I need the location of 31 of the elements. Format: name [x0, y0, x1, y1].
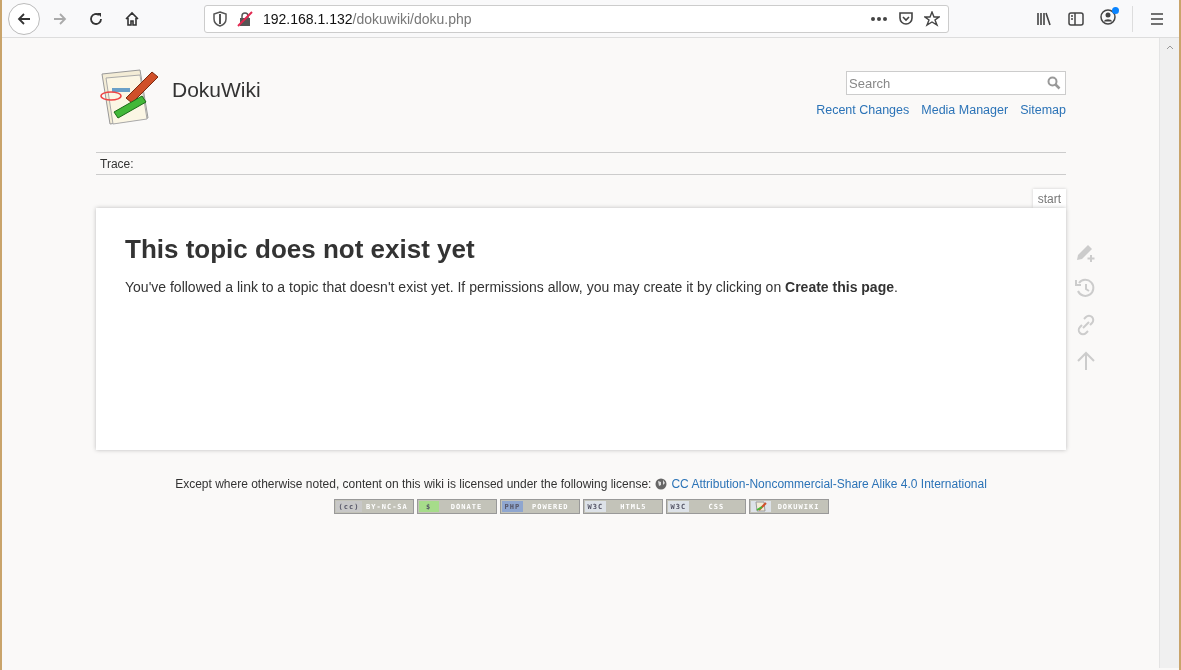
- menu-icon[interactable]: [1149, 11, 1165, 26]
- page-heading: This topic does not exist yet: [125, 234, 476, 265]
- library-icon[interactable]: [1036, 10, 1052, 27]
- search-field[interactable]: Search: [846, 71, 1066, 95]
- url-path: /dokuwiki/doku.php: [352, 10, 472, 27]
- globe-icon: [655, 478, 668, 490]
- site-title[interactable]: DokuWiki: [172, 78, 261, 102]
- forward-icon: [52, 10, 68, 27]
- sidebar-icon[interactable]: [1068, 10, 1084, 27]
- address-bar[interactable]: 192.168.1.132/dokuwiki/doku.php: [204, 4, 949, 33]
- account-icon[interactable]: [1100, 8, 1116, 25]
- license-text: Except where otherwise noted, content on this wiki is licensed under the following license:: [175, 477, 652, 491]
- scrollbar[interactable]: [1159, 38, 1179, 668]
- reload-icon: [88, 10, 104, 27]
- nav-link[interactable]: Recent Changes: [816, 103, 910, 117]
- search-icon[interactable]: [1047, 76, 1061, 90]
- back-icon: [16, 10, 32, 27]
- license-link[interactable]: CC Attribution-Noncommercial-Share Alike 4.0 International: [671, 477, 987, 491]
- star-icon[interactable]: [924, 10, 940, 27]
- page-text: You've followed a link to a topic that doesn't exist yet. If permissions allow, you may create it by clicking on Create this page.: [125, 279, 899, 295]
- trace-label: Trace:: [100, 157, 134, 171]
- more-icon[interactable]: [870, 15, 888, 22]
- nav-link[interactable]: Sitemap: [1020, 103, 1066, 117]
- insecure-lock-icon: [237, 10, 253, 27]
- back-button[interactable]: [8, 2, 40, 35]
- nav-link[interactable]: Media Manager: [921, 103, 1009, 117]
- pocket-icon[interactable]: [898, 10, 914, 27]
- wiki-logo-icon: [753, 501, 768, 512]
- url-host: 192.168.1.132: [263, 10, 353, 27]
- home-icon: [124, 10, 140, 27]
- shield-icon: [213, 10, 227, 27]
